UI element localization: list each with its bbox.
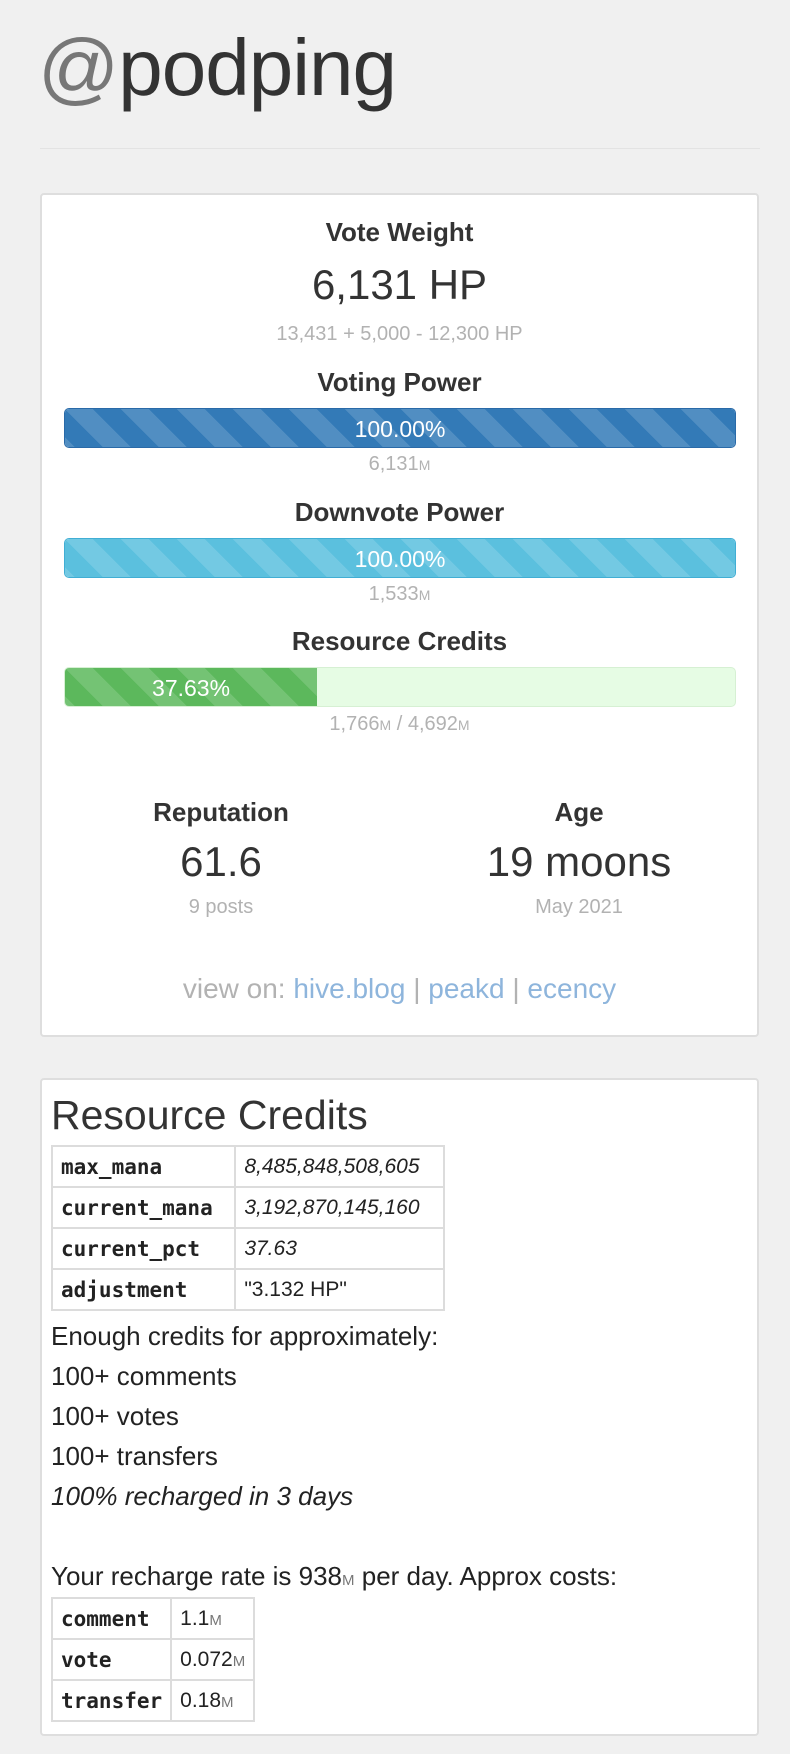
enough-credits-text: Enough credits for approximately: <box>51 1321 439 1351</box>
table-row: vote 0.072M <box>50 1638 256 1681</box>
unit-m: M <box>457 717 470 733</box>
rc-value: "3.132 HP" <box>234 1268 445 1311</box>
unit-m: M <box>418 457 431 473</box>
resource-credits-heading: Resource Credits <box>291 626 508 656</box>
peakd-link[interactable]: peakd <box>428 973 504 1004</box>
table-row: transfer 0.18M <box>50 1679 256 1722</box>
resource-credits-bar: 37.63% <box>64 667 736 707</box>
cost-number: 0.18 <box>180 1688 222 1712</box>
unit-m: M <box>418 587 431 603</box>
cost-value: 1.1M <box>170 1597 256 1640</box>
recharge-rate-suffix: per day. Approx costs: <box>354 1561 618 1591</box>
join-date: May 2021 <box>535 896 623 918</box>
downvote-power-mana: 1,533M <box>42 583 757 606</box>
recharge-rate-prefix: Your recharge rate is 938 <box>51 1561 343 1591</box>
resource-credits-card: Resource Credits max_mana 8,485,848,508,6… <box>40 1078 759 1736</box>
reputation-block: Reputation 61.6 9 posts <box>42 797 400 919</box>
cost-number: 1.1 <box>180 1606 210 1630</box>
vote-weight-value: 6,131 HP <box>311 261 488 308</box>
view-on-links: view on: hive.blog | peakd | ecency <box>42 973 757 1005</box>
view-on-label: view on: <box>182 973 286 1004</box>
cost-key: transfer <box>50 1679 173 1722</box>
account-title: @podping <box>38 18 397 118</box>
cost-key: comment <box>50 1597 173 1640</box>
link-separator: | <box>512 973 520 1004</box>
hive-blog-link[interactable]: hive.blog <box>293 973 405 1004</box>
unit-m: M <box>232 1652 246 1670</box>
divider <box>40 148 760 149</box>
cost-value: 0.18M <box>170 1679 256 1722</box>
voting-power-bar: 100.00% <box>64 408 736 448</box>
vote-weight-breakdown: 13,431 + 5,000 - 12,300 HP <box>276 323 523 345</box>
table-row: adjustment "3.132 HP" <box>50 1268 445 1311</box>
rc-current: 1,766 <box>329 713 380 735</box>
transfers-estimate: 100+ transfers <box>51 1441 218 1471</box>
account-stats-card: Vote Weight 6,131 HP 13,431 + 5,000 - 12… <box>40 193 759 1037</box>
voting-power-pct-label: 100.00% <box>354 416 446 442</box>
cost-table: comment 1.1M vote 0.072M transfer 0.18M <box>50 1597 256 1722</box>
link-separator: | <box>413 973 421 1004</box>
table-row: max_mana 8,485,848,508,605 <box>50 1145 445 1188</box>
account-name: podping <box>118 23 397 112</box>
recharge-time: 100% recharged in 3 days <box>51 1481 354 1511</box>
rc-table: max_mana 8,485,848,508,605 current_mana 3,… <box>50 1145 445 1311</box>
table-row: current_mana 3,192,870,145,160 <box>50 1186 445 1229</box>
downvote-power-pct-label: 100.00% <box>354 546 446 572</box>
downvote-power-mana-value: 1,533 <box>368 583 419 605</box>
page: @podping Vote Weight 6,131 HP 13,431 + 5… <box>0 0 790 1754</box>
rc-key: current_pct <box>50 1227 237 1270</box>
rc-key: max_mana <box>50 1145 237 1188</box>
comments-estimate: 100+ comments <box>51 1361 237 1391</box>
cost-value: 0.072M <box>170 1638 256 1681</box>
rc-max: 4,692 <box>407 713 458 735</box>
unit-m: M <box>209 1611 222 1629</box>
ecency-link[interactable]: ecency <box>527 973 616 1004</box>
vote-weight-heading: Vote Weight <box>325 217 474 247</box>
reputation-value: 61.6 <box>180 838 262 885</box>
resource-credits-pct-label: 37.63% <box>152 675 231 701</box>
voting-power-mana: 6,131M <box>42 453 757 476</box>
voting-power-mana-value: 6,131 <box>368 453 419 475</box>
table-row: current_pct 37.63 <box>50 1227 445 1270</box>
resource-credits-title: Resource Credits <box>51 1092 368 1138</box>
cost-number: 0.072 <box>180 1647 233 1671</box>
age-value: 19 moons <box>486 838 672 885</box>
unit-m: M <box>221 1693 234 1711</box>
resource-credits-mana: 1,766M / 4,692M <box>42 713 757 736</box>
unit-m: M <box>379 717 392 733</box>
at-sign: @ <box>38 23 119 112</box>
rc-value: 8,485,848,508,605 <box>234 1145 445 1188</box>
recharge-rate: Your recharge rate is 938M per day. Appr… <box>51 1561 617 1592</box>
downvote-power-heading: Downvote Power <box>294 497 505 527</box>
rc-value: 3,192,870,145,160 <box>234 1186 445 1229</box>
rc-value: 37.63 <box>234 1227 445 1270</box>
reputation-heading: Reputation <box>153 797 289 827</box>
rc-separator: / <box>396 713 403 735</box>
votes-estimate: 100+ votes <box>51 1401 179 1431</box>
cost-key: vote <box>50 1638 173 1681</box>
unit-m: M <box>342 1572 355 1589</box>
age-heading: Age <box>554 797 604 827</box>
age-block: Age 19 moons May 2021 <box>400 797 758 919</box>
table-row: comment 1.1M <box>50 1597 256 1640</box>
rc-key: current_mana <box>50 1186 237 1229</box>
rc-key: adjustment <box>50 1268 237 1311</box>
posts-count: 9 posts <box>188 896 254 918</box>
voting-power-heading: Voting Power <box>317 367 482 397</box>
downvote-power-bar: 100.00% <box>64 538 736 578</box>
